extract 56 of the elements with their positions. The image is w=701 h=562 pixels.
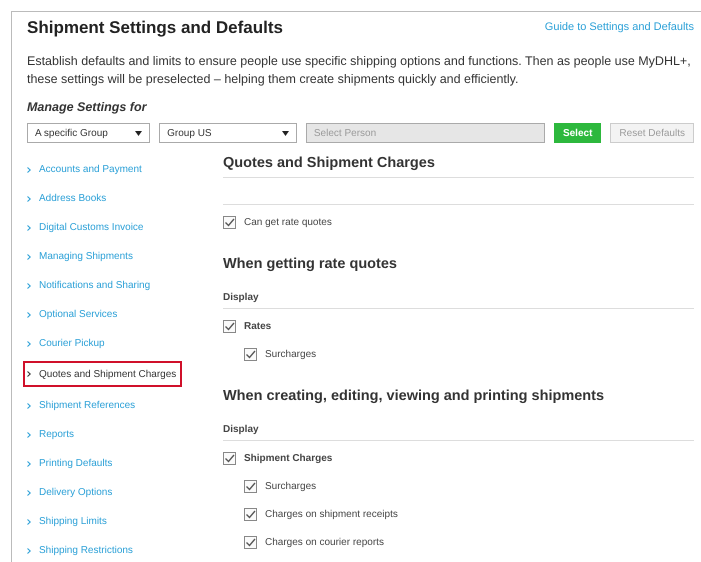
sidebar-item[interactable]: Shipping Limits bbox=[27, 507, 223, 536]
guide-link[interactable]: Guide to Settings and Defaults bbox=[544, 21, 694, 33]
checkbox[interactable] bbox=[223, 452, 236, 464]
chevron-icon bbox=[27, 340, 31, 346]
display-label: Display bbox=[223, 292, 694, 309]
chevron-icon bbox=[27, 196, 31, 202]
dropdown[interactable]: A specific Group bbox=[27, 123, 150, 143]
option-label: Can get rate quotes bbox=[244, 216, 332, 228]
sidebar-item[interactable]: Delivery Options bbox=[27, 478, 223, 507]
chevron-icon bbox=[27, 518, 31, 524]
chevron-icon bbox=[27, 548, 31, 554]
manage-label: Manage Settings for bbox=[27, 100, 146, 114]
section-title: Quotes and Shipment Charges bbox=[223, 155, 694, 178]
chevron-icon bbox=[27, 402, 31, 408]
sidebar-item[interactable]: Printing Defaults bbox=[27, 449, 223, 478]
option-label: Surcharges bbox=[265, 480, 316, 492]
option-label: Shipment Charges bbox=[244, 452, 332, 464]
sidebar-item[interactable]: Accounts and Payment bbox=[27, 155, 223, 184]
chevron-icon bbox=[27, 490, 31, 496]
intro-text: Establish defaults and limits to ensure people use specific shipping options and functions. Then as people use MyDHL+, these settings will be preselected – helping them create shipments quickly and efficiently. bbox=[27, 53, 692, 88]
option-label: Charges on shipment receipts bbox=[265, 508, 398, 520]
select-button[interactable]: Select bbox=[554, 123, 602, 143]
sidebar-item[interactable]: Quotes and Shipment Charges bbox=[23, 361, 182, 387]
chevron-icon bbox=[27, 224, 31, 230]
option-label: Rates bbox=[244, 320, 272, 332]
chevron-icon bbox=[27, 460, 31, 466]
sidebar-item[interactable]: Shipping Restrictions bbox=[27, 536, 223, 562]
chevron-icon bbox=[27, 254, 31, 260]
caret-icon bbox=[282, 130, 289, 136]
sidebar-item[interactable]: Digital Customs Invoice bbox=[27, 213, 223, 242]
sidebar-item[interactable]: Shipment References bbox=[27, 391, 223, 420]
subsection-heading: When getting rate quotes bbox=[223, 256, 398, 272]
chevron-icon bbox=[27, 371, 31, 377]
sidebar-item[interactable]: Managing Shipments bbox=[27, 242, 223, 271]
checkbox[interactable] bbox=[244, 536, 257, 548]
subsection-heading: When creating, editing, viewing and printing shipments bbox=[223, 388, 606, 404]
dropdown[interactable]: Group US bbox=[159, 123, 297, 143]
display-label: Display bbox=[223, 424, 694, 441]
sidebar-item[interactable]: Optional Services bbox=[27, 300, 223, 329]
sidebar-item[interactable]: Address Books bbox=[27, 184, 223, 213]
sidebar-item[interactable]: Reports bbox=[27, 420, 223, 449]
page-title: Shipment Settings and Defaults bbox=[27, 18, 283, 38]
option-label: Charges on courier reports bbox=[265, 536, 384, 548]
option-label: Surcharges bbox=[265, 348, 316, 360]
checkbox[interactable] bbox=[223, 216, 236, 228]
sidebar-item[interactable]: Notifications and Sharing bbox=[27, 271, 223, 300]
chevron-icon bbox=[27, 432, 31, 438]
checkbox[interactable] bbox=[223, 320, 236, 332]
checkbox[interactable] bbox=[244, 480, 257, 492]
chevron-icon bbox=[27, 312, 31, 318]
caret-icon bbox=[135, 130, 142, 136]
chevron-icon bbox=[27, 166, 31, 172]
checkbox[interactable] bbox=[244, 508, 257, 520]
sidebar-item[interactable]: Courier Pickup bbox=[27, 329, 223, 358]
checkbox[interactable] bbox=[244, 348, 257, 360]
chevron-icon bbox=[27, 282, 31, 288]
